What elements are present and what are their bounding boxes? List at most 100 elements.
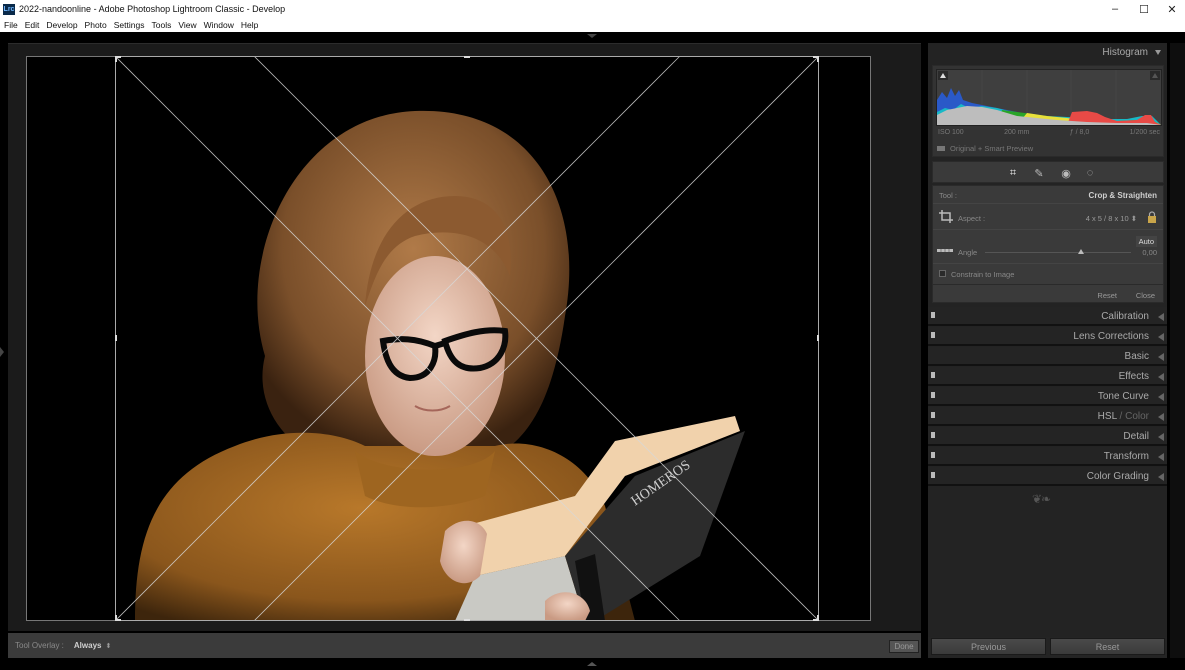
panel-label[interactable]: Basic <box>1125 351 1149 362</box>
auto-straighten-button[interactable]: Auto <box>1135 236 1157 247</box>
image-canvas: HOMEROS <box>8 43 921 631</box>
expand-triangle-icon[interactable] <box>1158 413 1164 421</box>
tool-toolbar: Tool Overlay : Always ⬍ Done <box>8 633 921 658</box>
panel-label[interactable]: Lens Corrections <box>1073 331 1149 342</box>
menu-develop[interactable]: Develop <box>46 20 77 30</box>
highlight-clipping-icon[interactable] <box>1150 71 1160 80</box>
menu-settings[interactable]: Settings <box>114 20 145 30</box>
panel-label[interactable]: Tone Curve <box>1098 391 1149 402</box>
crop-handle-left[interactable] <box>115 335 117 341</box>
panel-label-secondary[interactable]: / Color <box>1117 411 1149 422</box>
close-window-button[interactable]: ✕ <box>1157 0 1185 18</box>
menu-file[interactable]: File <box>4 20 18 30</box>
menu-help[interactable]: Help <box>241 20 258 30</box>
previous-button[interactable]: Previous <box>931 638 1046 655</box>
crop-rectangle[interactable]: HOMEROS <box>115 56 819 621</box>
expand-triangle-icon[interactable] <box>1158 353 1164 361</box>
constrain-to-image-checkbox[interactable] <box>939 270 946 277</box>
histogram-graph[interactable] <box>936 69 1162 126</box>
expand-triangle-icon[interactable] <box>1158 473 1164 481</box>
crop-handle-tr[interactable] <box>817 56 819 62</box>
crop-icon[interactable]: ⌗ <box>1006 166 1020 180</box>
expand-triangle-icon[interactable] <box>1158 393 1164 401</box>
lightroom-app-icon: Lrc <box>3 3 15 15</box>
panel-toggle-switch[interactable] <box>931 472 935 478</box>
top-panel-toggle[interactable] <box>587 34 597 38</box>
tool-name: Crop & Straighten <box>1088 191 1157 200</box>
filmstrip-toggle[interactable] <box>587 662 597 666</box>
expand-triangle-icon[interactable] <box>1158 373 1164 381</box>
tool-strip: ⌗ ✎ ◉ ◌ <box>932 161 1164 183</box>
expand-triangle-icon[interactable] <box>1158 313 1164 321</box>
left-panel-toggle[interactable] <box>0 347 4 357</box>
reset-button[interactable]: Reset <box>1050 638 1165 655</box>
menu-photo[interactable]: Photo <box>85 20 107 30</box>
crop-handle-bl[interactable] <box>115 615 117 621</box>
menu-tools[interactable]: Tools <box>151 20 171 30</box>
angle-value[interactable]: 0,00 <box>1142 248 1157 257</box>
panel-toggle-switch[interactable] <box>931 392 935 398</box>
crop-handle-tl[interactable] <box>115 56 117 62</box>
expand-triangle-icon[interactable] <box>1158 453 1164 461</box>
crop-handle-right[interactable] <box>817 335 819 341</box>
redeye-icon[interactable]: ◉ <box>1059 166 1073 180</box>
collapse-triangle-icon[interactable] <box>1155 50 1161 55</box>
panel-basic[interactable]: Basic <box>928 347 1167 366</box>
crop-handle-bottom[interactable] <box>464 619 470 621</box>
menu-edit[interactable]: Edit <box>25 20 40 30</box>
heal-icon[interactable]: ✎ <box>1032 166 1046 180</box>
panel-label[interactable]: Detail <box>1123 431 1149 442</box>
panel-hsl[interactable]: HSL / Color <box>928 407 1167 426</box>
lock-icon[interactable] <box>1147 211 1157 223</box>
expand-triangle-icon[interactable] <box>1158 333 1164 341</box>
panel-label[interactable]: Transform <box>1104 451 1149 462</box>
title-bar: Lrc 2022-nandoonline - Adobe Photoshop L… <box>0 0 1185 18</box>
panel-lens-corrections[interactable]: Lens Corrections <box>928 327 1167 346</box>
panel-color-grading[interactable]: Color Grading <box>928 467 1167 486</box>
panel-detail[interactable]: Detail <box>928 427 1167 446</box>
histogram-title[interactable]: Histogram <box>1102 47 1148 58</box>
preview-status-text: Original + Smart Preview <box>950 144 1034 153</box>
angle-slider[interactable] <box>985 252 1131 253</box>
panel-effects[interactable]: Effects <box>928 367 1167 386</box>
angle-slider-thumb[interactable] <box>1078 249 1084 254</box>
panel-label[interactable]: HSL / Color <box>1098 411 1149 422</box>
crop-reset-button[interactable]: Reset <box>1097 291 1117 300</box>
crop-close-button[interactable]: Close <box>1136 291 1155 300</box>
panel-toggle-switch[interactable] <box>931 412 935 418</box>
menu-window[interactable]: Window <box>204 20 234 30</box>
mask-icon[interactable]: ◌ <box>1083 166 1097 180</box>
shadow-clipping-icon[interactable] <box>938 71 948 80</box>
histogram-header[interactable]: Histogram <box>928 43 1167 61</box>
panel-calibration[interactable]: Calibration <box>928 307 1167 326</box>
panel-label[interactable]: Color Grading <box>1087 471 1149 482</box>
panel-toggle-switch[interactable] <box>931 312 935 318</box>
menu-view[interactable]: View <box>178 20 196 30</box>
panel-label-primary[interactable]: HSL <box>1098 411 1117 422</box>
expand-triangle-icon[interactable] <box>1158 433 1164 441</box>
maximize-button[interactable]: ☐ <box>1129 0 1159 18</box>
panel-transform[interactable]: Transform <box>928 447 1167 466</box>
crop-handle-top[interactable] <box>464 56 470 58</box>
done-button[interactable]: Done <box>889 640 919 653</box>
select-arrows-icon[interactable]: ⬍ <box>105 642 111 650</box>
panel-tone-curve[interactable]: Tone Curve <box>928 387 1167 406</box>
straighten-tool-icon[interactable] <box>937 246 953 256</box>
panel-toggle-switch[interactable] <box>931 432 935 438</box>
crop-handle-br[interactable] <box>817 615 819 621</box>
crop-straighten-panel: Tool : Crop & Straighten Aspect : 4 x 5 … <box>932 185 1164 303</box>
histogram: ISO 100 200 mm ƒ / 8,0 1/200 sec Origina… <box>932 65 1164 157</box>
panel-label[interactable]: Effects <box>1119 371 1149 382</box>
panel-toggle-switch[interactable] <box>931 452 935 458</box>
minimize-button[interactable]: – <box>1100 0 1130 18</box>
panel-label[interactable]: Calibration <box>1101 311 1149 322</box>
constrain-label[interactable]: Constrain to Image <box>951 270 1014 279</box>
aspect-select[interactable]: 4 x 5 / 8 x 10 ⬍ <box>1086 214 1137 223</box>
panel-toggle-switch[interactable] <box>931 372 935 378</box>
crop-frame-icon[interactable] <box>939 210 953 223</box>
panel-toggle-switch[interactable] <box>931 332 935 338</box>
develop-workspace: HOMEROS Tool Overlay: Always ⬍ Done His… <box>0 32 1185 670</box>
crop-handles[interactable] <box>115 56 819 621</box>
aspect-label: Aspect : <box>958 214 986 223</box>
tool-overlay-select[interactable]: Always <box>74 641 102 650</box>
